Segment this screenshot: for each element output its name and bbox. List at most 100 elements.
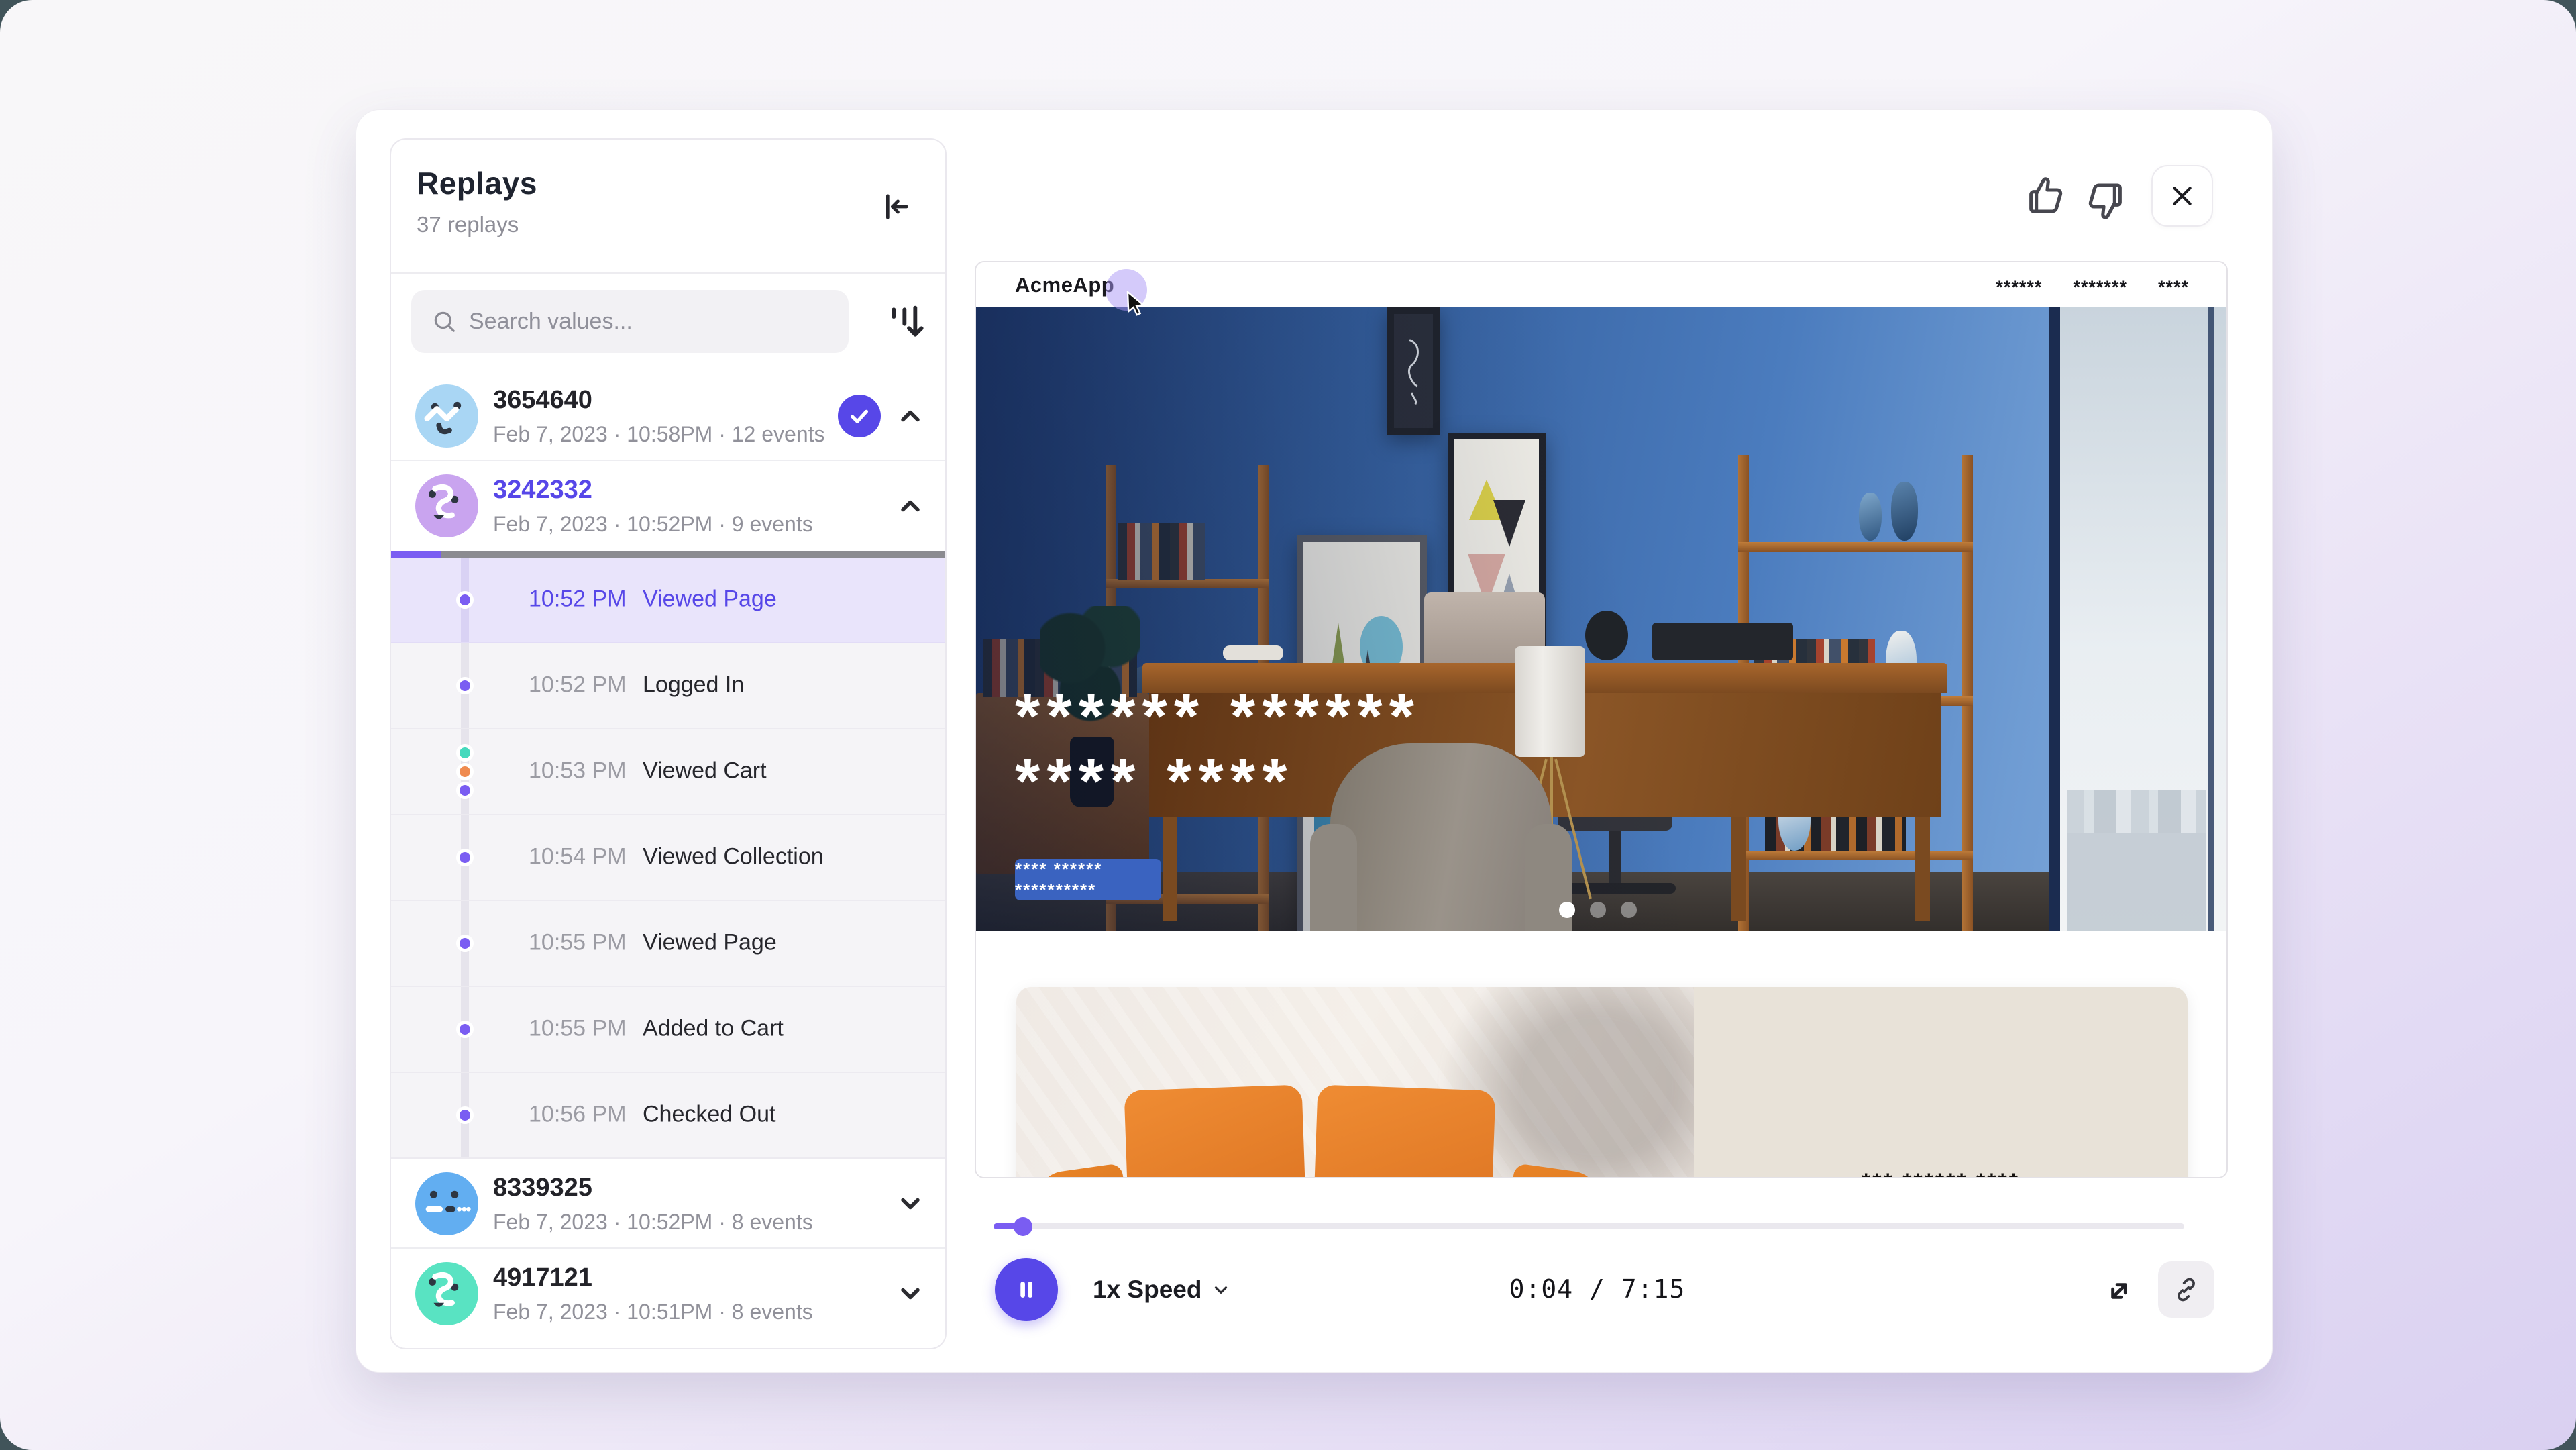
page-title: Replays: [417, 165, 537, 201]
carousel-dot: [1590, 902, 1606, 918]
search-input[interactable]: [469, 309, 818, 335]
event-dot-purple: [456, 782, 474, 799]
check-icon: [847, 404, 871, 428]
replay-meta: Feb 7, 2023 · 10:51PM · 8 events: [493, 1300, 813, 1325]
replay-item[interactable]: 3242332 Feb 7, 2023 · 10:52PM · 9 events: [391, 461, 945, 551]
event-label: Viewed Page: [643, 930, 777, 956]
replay-id: 8339325: [493, 1174, 592, 1202]
chevron-down-icon[interactable]: [896, 1189, 925, 1219]
event-label: Viewed Collection: [643, 844, 824, 870]
event-label: Added to Cart: [643, 1016, 784, 1042]
search-row: [391, 274, 945, 371]
selected-check-badge: [838, 395, 881, 437]
session-progress-bar: [391, 551, 945, 558]
sidebar-header: Replays 37 replays: [391, 140, 945, 274]
replay-item[interactable]: 3654640 Feb 7, 2023 · 10:58PM · 12 event…: [391, 371, 945, 461]
collapse-panel-icon[interactable]: [877, 188, 914, 225]
replay-item[interactable]: 8339325 Feb 7, 2023 · 10:52PM · 8 events: [391, 1159, 945, 1249]
product-caption-redacted: *** ****** ****: [1862, 1169, 2020, 1179]
event-row[interactable]: 10:55 PM Added to Cart: [391, 987, 945, 1073]
speed-selector[interactable]: 1x Speed: [1093, 1272, 1231, 1307]
replays-count: 37 replays: [417, 212, 519, 238]
nav-link-redacted: ****: [2158, 277, 2189, 298]
replayed-site-logo: AcmeApp: [1015, 273, 1114, 297]
replay-meta: Feb 7, 2023 · 10:52PM · 8 events: [493, 1210, 813, 1235]
event-row[interactable]: 10:54 PM Viewed Collection: [391, 815, 945, 901]
event-dot: [456, 1021, 474, 1038]
event-dot-teal: [456, 744, 474, 762]
playback-time: 0:04 / 7:15: [1403, 1274, 1792, 1304]
armchair: [1310, 743, 1572, 931]
event-dot: [456, 1106, 474, 1124]
orange-sofa: [1053, 1088, 1583, 1178]
playback-progress-track[interactable]: [994, 1223, 2184, 1229]
event-time: 10:53 PM: [529, 758, 627, 784]
desk-dish: [1223, 645, 1283, 660]
hero-headline-redacted: **** ****: [1015, 745, 1294, 819]
floor-lamp: [1515, 646, 1585, 757]
thumbs-down-icon[interactable]: [2084, 180, 2127, 223]
replayed-nav-links: ****** ******* ****: [1996, 277, 2189, 298]
chevron-up-icon[interactable]: [896, 491, 925, 521]
replayed-site-navbar: AcmeApp ****** ******* ****: [976, 262, 2226, 307]
expand-icon[interactable]: [2100, 1272, 2138, 1310]
chevron-up-icon[interactable]: [896, 401, 925, 431]
avatar: [415, 1262, 478, 1325]
sofa-photo: [1016, 987, 1694, 1178]
session-progress-fill: [391, 551, 441, 558]
chevron-down-icon: [1211, 1280, 1231, 1300]
replayed-hero-image: ****** ****** **** **** **** ****** ****…: [976, 307, 2228, 931]
search-icon: [431, 309, 457, 334]
hero-headline-redacted: ****** ******: [1015, 680, 1421, 754]
event-row[interactable]: 10:53 PM Viewed Cart: [391, 729, 945, 815]
event-dot: [456, 849, 474, 866]
desk-clock: [1585, 611, 1628, 660]
event-time: 10:55 PM: [529, 930, 627, 956]
carousel-dots: [1559, 902, 1637, 918]
event-time: 10:55 PM: [529, 1016, 627, 1042]
event-label: Viewed Cart: [643, 758, 767, 784]
event-row[interactable]: 10:52 PM Viewed Page: [391, 558, 945, 643]
desk-tray: [1652, 623, 1793, 660]
event-dot-orange: [456, 763, 474, 780]
event-dot: [456, 935, 474, 952]
replayed-content-section: *** ****** ****: [976, 931, 2228, 1178]
event-dot: [456, 677, 474, 694]
search-box[interactable]: [411, 290, 849, 353]
carousel-dot-active: [1559, 902, 1575, 918]
playback-progress-fill: [994, 1223, 1023, 1229]
replays-sidebar: Replays 37 replays: [390, 138, 947, 1349]
carousel-dot: [1621, 902, 1637, 918]
event-time: 10:52 PM: [529, 672, 627, 698]
nav-link-redacted: *******: [2073, 277, 2127, 298]
close-button[interactable]: [2151, 165, 2213, 227]
chevron-down-icon[interactable]: [896, 1279, 925, 1308]
replay-meta: Feb 7, 2023 · 10:58PM · 12 events: [493, 422, 825, 447]
pause-button[interactable]: [995, 1258, 1058, 1321]
replay-id: 4917121: [493, 1263, 592, 1292]
avatar: [415, 1172, 478, 1235]
event-row[interactable]: 10:55 PM Viewed Page: [391, 901, 945, 987]
sort-descending-icon[interactable]: [885, 298, 928, 346]
nav-link-redacted: ******: [1996, 277, 2042, 298]
avatar: [415, 384, 478, 448]
event-label: Viewed Page: [643, 586, 777, 613]
event-time: 10:52 PM: [529, 586, 627, 613]
speed-label: 1x Speed: [1093, 1276, 1201, 1304]
product-card: *** ****** ****: [1016, 987, 2188, 1178]
pause-icon: [1014, 1277, 1039, 1302]
page-backdrop: Replays 37 replays: [0, 0, 2576, 1450]
replay-item[interactable]: 4917121 Feb 7, 2023 · 10:51PM · 8 events: [391, 1249, 945, 1339]
cursor-pointer-icon: [1126, 291, 1149, 316]
event-row[interactable]: 10:56 PM Checked Out: [391, 1073, 945, 1159]
thumbs-up-icon[interactable]: [2024, 174, 2067, 217]
event-row[interactable]: 10:52 PM Logged In: [391, 643, 945, 729]
copy-link-button[interactable]: [2158, 1261, 2214, 1318]
replay-id: 3242332: [493, 476, 592, 505]
product-card-panel: *** ****** ****: [1694, 987, 2188, 1178]
replay-meta: Feb 7, 2023 · 10:52PM · 9 events: [493, 512, 813, 537]
replay-viewport: AcmeApp ****** ******* ****: [975, 261, 2228, 1178]
playback-scrubber-handle[interactable]: [1014, 1217, 1032, 1236]
event-dot: [456, 591, 474, 609]
event-label: Checked Out: [643, 1102, 775, 1128]
